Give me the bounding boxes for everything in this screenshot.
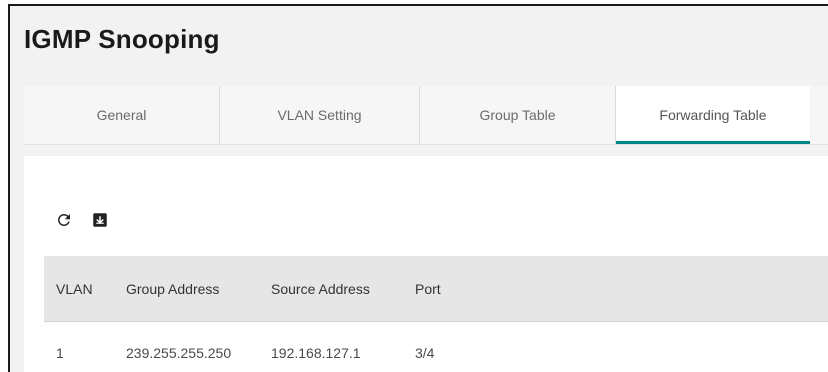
tab-label: Group Table <box>479 107 556 123</box>
page-frame: IGMP Snooping General VLAN Setting Group… <box>8 4 828 372</box>
tab-label: General <box>96 107 147 123</box>
tab-forwarding-table[interactable]: Forwarding Table <box>616 86 810 144</box>
cell-port: 3/4 <box>415 344 435 361</box>
cell-vlan: 1 <box>56 344 64 361</box>
cell-source-address: 192.168.127.1 <box>271 344 361 361</box>
column-header-port[interactable]: Port <box>403 281 503 297</box>
refresh-icon[interactable] <box>54 210 74 230</box>
table-header: VLAN Group Address Source Address Port <box>44 256 828 322</box>
tab-general[interactable]: General <box>24 86 220 144</box>
page-title: IGMP Snooping <box>24 24 220 54</box>
cell-group-address: 239.255.255.250 <box>126 344 232 361</box>
tab-vlan-setting[interactable]: VLAN Setting <box>220 86 420 144</box>
content-panel: VLAN Group Address Source Address Port 1… <box>24 156 828 372</box>
tab-bar: General VLAN Setting Group Table Forward… <box>24 86 828 144</box>
table-row[interactable]: 1 239.255.255.250 192.168.127.1 3/4 <box>44 322 828 372</box>
tab-label: Forwarding Table <box>659 107 767 123</box>
forwarding-table: VLAN Group Address Source Address Port 1… <box>44 256 828 372</box>
tab-label: VLAN Setting <box>277 107 362 123</box>
table-toolbar <box>54 210 110 230</box>
column-header-group-address[interactable]: Group Address <box>114 281 259 297</box>
tab-group-table[interactable]: Group Table <box>420 86 616 144</box>
tab-divider <box>24 144 828 145</box>
column-header-source-address[interactable]: Source Address <box>259 281 403 297</box>
column-header-vlan[interactable]: VLAN <box>44 281 114 297</box>
download-icon[interactable] <box>90 210 110 230</box>
